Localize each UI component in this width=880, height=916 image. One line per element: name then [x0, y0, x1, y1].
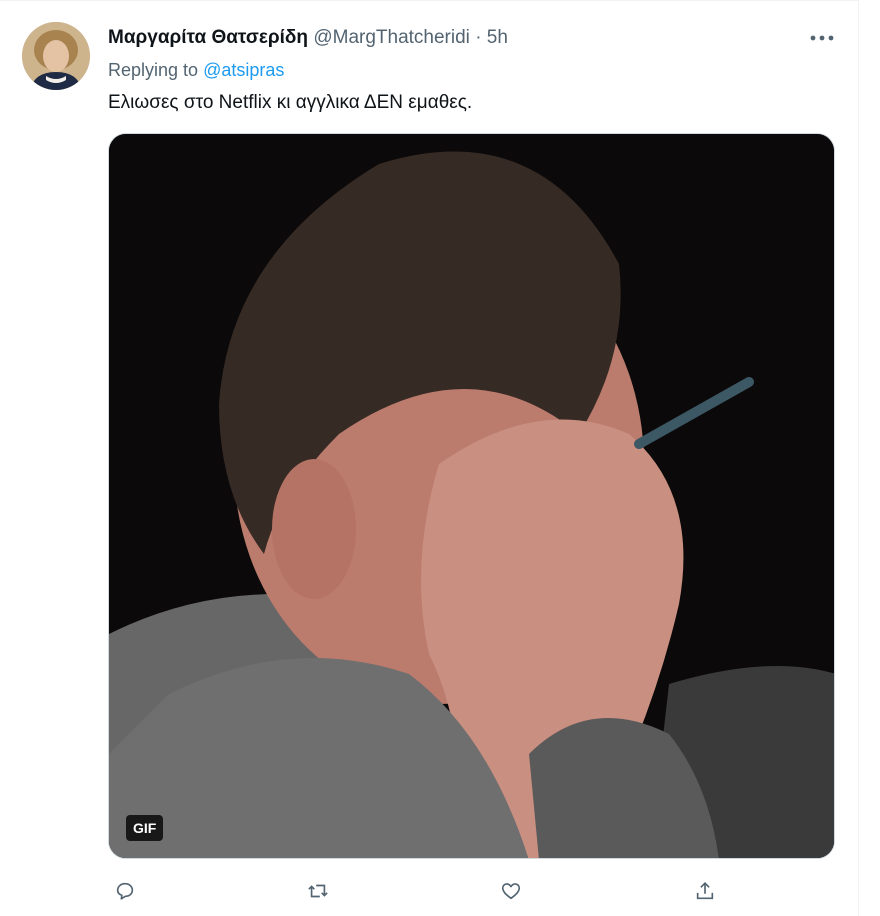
display-name[interactable]: Μαργαρίτα Θατσερίδη: [108, 27, 308, 48]
timestamp[interactable]: 5h: [487, 27, 508, 48]
share-icon: [696, 882, 714, 900]
replying-to: Replying to @atsipras: [108, 58, 284, 82]
tweet-actions: [108, 874, 835, 908]
user-handle[interactable]: @MargThatcheridi: [313, 27, 470, 48]
gif-media[interactable]: GIF: [108, 133, 835, 859]
mention-link[interactable]: @atsipras: [203, 60, 284, 80]
tweet-text: Ελιωσες στο Netflix κι αγγλικα ΔΕΝ εμαθε…: [108, 92, 473, 113]
divider: [0, 0, 858, 1]
gif-badge: GIF: [126, 815, 164, 841]
reply-icon: [116, 882, 134, 900]
heart-icon: [501, 883, 521, 900]
tweet-header: Μαργαρίτα Θατσερίδη @MargThatcheridi · 5…: [108, 26, 508, 50]
reply-button[interactable]: [108, 874, 142, 908]
avatar[interactable]: [22, 22, 90, 90]
avatar-image: [22, 22, 90, 90]
replying-to-label: Replying to: [108, 60, 199, 80]
tweet-card[interactable]: Μαργαρίτα Θατσερίδη @MargThatcheridi · 5…: [0, 0, 859, 916]
retweet-icon: [308, 884, 328, 898]
more-options-button[interactable]: [806, 26, 838, 50]
more-horizontal-icon: [810, 35, 834, 41]
gif-frame: [109, 134, 834, 858]
retweet-button[interactable]: [301, 874, 335, 908]
separator-dot: ·: [475, 27, 482, 48]
share-button[interactable]: [688, 874, 722, 908]
like-button[interactable]: [494, 874, 528, 908]
